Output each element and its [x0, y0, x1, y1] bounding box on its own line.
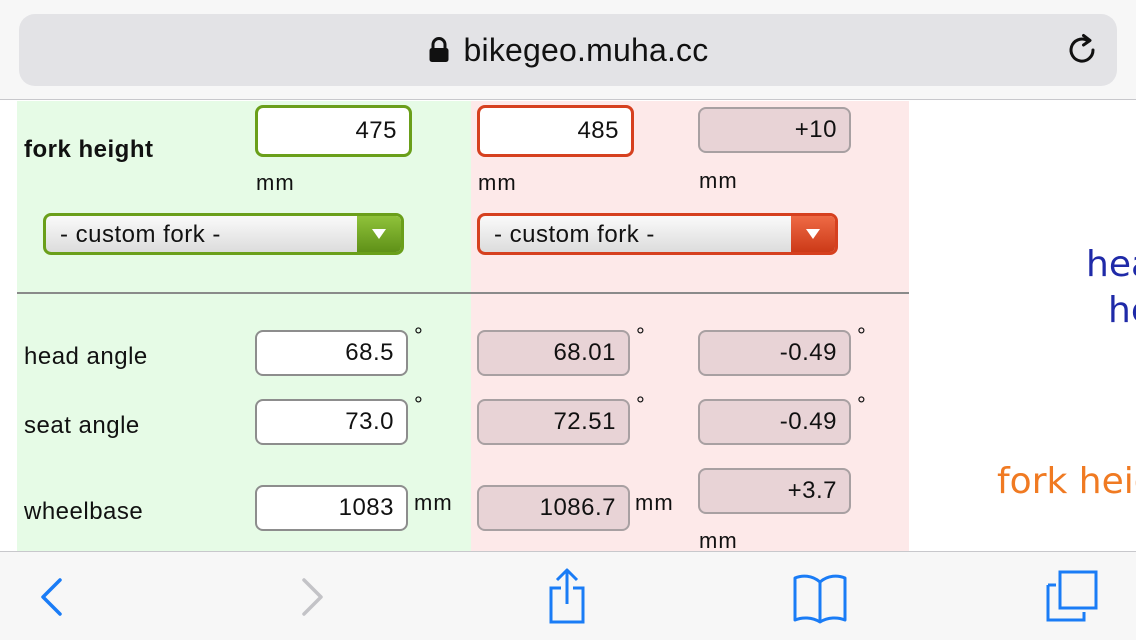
- geometry-table: fork height 475 485 +10 mm mm mm - custo…: [0, 101, 1136, 551]
- fork-height-label: fork height: [24, 136, 154, 163]
- wheelbase-original-unit: mm: [414, 490, 453, 515]
- fork-height-original-input[interactable]: 475: [255, 105, 412, 157]
- url-container: bikegeo.muha.cc: [19, 14, 1117, 86]
- head-angle-diff-unit: °: [857, 323, 866, 348]
- seat-angle-diff-unit: °: [857, 392, 866, 417]
- fork-select-new[interactable]: - custom fork -: [477, 213, 838, 255]
- fork-select-original-value: - custom fork -: [60, 221, 221, 248]
- bookmarks-icon[interactable]: [790, 568, 850, 624]
- diagram-label-head-2: he: [1108, 290, 1136, 331]
- wheelbase-diff-field: +3.7: [698, 468, 851, 514]
- seat-angle-new-field: 72.51: [477, 399, 630, 445]
- section-divider: [17, 292, 909, 294]
- wheelbase-label: wheelbase: [24, 498, 144, 525]
- head-angle-new-unit: °: [636, 323, 645, 348]
- seat-angle-new-unit: °: [636, 392, 645, 417]
- forward-icon[interactable]: [292, 568, 332, 624]
- fork-height-original-unit: mm: [256, 170, 295, 195]
- dropdown-arrow-icon: [357, 216, 401, 252]
- seat-angle-original-unit: °: [414, 392, 423, 417]
- fork-height-new-input[interactable]: 485: [477, 105, 634, 157]
- wheelbase-new-field: 1086.7: [477, 485, 630, 531]
- head-angle-label: head angle: [24, 343, 148, 370]
- diagram-label-fork-height: fork heig: [997, 461, 1136, 502]
- tabs-icon[interactable]: [1044, 568, 1100, 624]
- wheelbase-new-unit: mm: [635, 490, 674, 515]
- seat-angle-original-input[interactable]: 73.0: [255, 399, 408, 445]
- wheelbase-diff-unit: mm: [699, 528, 738, 551]
- fork-height-diff-unit: mm: [699, 168, 738, 193]
- lock-icon: [428, 37, 450, 63]
- url-text[interactable]: bikegeo.muha.cc: [464, 32, 709, 69]
- url-field[interactable]: bikegeo.muha.cc: [19, 14, 1117, 86]
- browser-address-bar: bikegeo.muha.cc: [0, 0, 1136, 100]
- fork-select-original[interactable]: - custom fork -: [43, 213, 404, 255]
- reload-icon[interactable]: [1065, 32, 1101, 68]
- diagram-label-head: hea: [1086, 244, 1136, 285]
- seat-angle-label: seat angle: [24, 412, 140, 439]
- head-angle-original-unit: °: [414, 323, 423, 348]
- fork-select-new-value: - custom fork -: [494, 221, 655, 248]
- original-geometry-panel: [17, 101, 471, 551]
- head-angle-original-input[interactable]: 68.5: [255, 330, 408, 376]
- share-icon[interactable]: [542, 568, 592, 624]
- head-angle-new-field: 68.01: [477, 330, 630, 376]
- wheelbase-original-input[interactable]: 1083: [255, 485, 408, 531]
- browser-toolbar: [0, 551, 1136, 640]
- fork-height-new-unit: mm: [478, 170, 517, 195]
- fork-height-diff-field: +10: [698, 107, 851, 153]
- seat-angle-diff-field: -0.49: [698, 399, 851, 445]
- back-icon[interactable]: [32, 568, 72, 624]
- dropdown-arrow-icon: [791, 216, 835, 252]
- head-angle-diff-field: -0.49: [698, 330, 851, 376]
